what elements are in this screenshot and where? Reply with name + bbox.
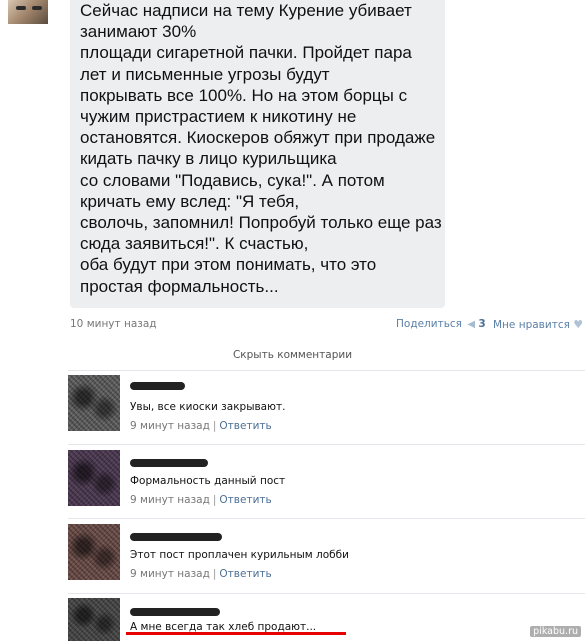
share-count: 3 — [478, 318, 486, 330]
comment-time[interactable]: 9 минут назад — [130, 494, 210, 506]
reply-link[interactable]: Ответить — [219, 420, 271, 432]
avatar-eye — [32, 6, 42, 10]
avatar-eye — [16, 6, 26, 10]
comment-author-redacted — [130, 382, 185, 390]
like-label: Мне нравится — [493, 319, 570, 331]
comment-avatar[interactable] — [68, 450, 120, 506]
share-button[interactable]: Поделиться ◀ 3 — [396, 318, 486, 330]
avatar-noise — [68, 598, 120, 641]
avatar-noise — [68, 450, 120, 506]
comment-text: Этот пост проплачен курильным лобби — [130, 549, 349, 561]
post-time[interactable]: 10 минут назад — [70, 318, 157, 330]
avatar-noise — [68, 375, 120, 431]
heart-icon: ♥ — [573, 318, 584, 331]
comment-text: Увы, все киоски закрывают. — [130, 401, 286, 413]
hide-comments-link[interactable]: Скрыть комментарии — [0, 349, 585, 361]
separator: | — [212, 494, 217, 506]
comment-time[interactable]: 9 минут назад — [130, 568, 210, 580]
comment-author-redacted — [130, 459, 208, 467]
comment-avatar[interactable] — [68, 598, 120, 641]
comment-text: Формальность данный пост — [130, 475, 286, 487]
comment-time[interactable]: 9 минут назад — [130, 420, 210, 432]
megaphone-icon: ◀ — [467, 319, 476, 330]
divider — [68, 370, 585, 371]
divider — [68, 444, 585, 445]
separator: | — [212, 420, 217, 432]
reply-link[interactable]: Ответить — [219, 494, 271, 506]
divider — [68, 518, 585, 519]
post-author-avatar[interactable] — [8, 0, 48, 24]
reply-link[interactable]: Ответить — [219, 568, 271, 580]
like-button[interactable]: Мне нравится ♥ 1 — [493, 318, 585, 331]
comment-meta: 9 минут назад | Ответить — [130, 420, 272, 432]
separator: | — [212, 568, 217, 580]
post-text: Сейчас надписи на тему Курение убивает з… — [80, 1, 442, 296]
comment-author-redacted — [130, 608, 220, 616]
comment-author-redacted — [130, 533, 222, 541]
watermark: pikabu.ru — [530, 626, 581, 637]
red-underline — [126, 632, 346, 635]
share-label: Поделиться — [396, 318, 462, 330]
comment-meta: 9 минут назад | Ответить — [130, 494, 272, 506]
comment-avatar[interactable] — [68, 524, 120, 580]
comment-meta: 9 минут назад | Ответить — [130, 568, 272, 580]
comment-avatar[interactable] — [68, 375, 120, 431]
divider — [68, 593, 585, 594]
avatar-noise — [68, 524, 120, 580]
